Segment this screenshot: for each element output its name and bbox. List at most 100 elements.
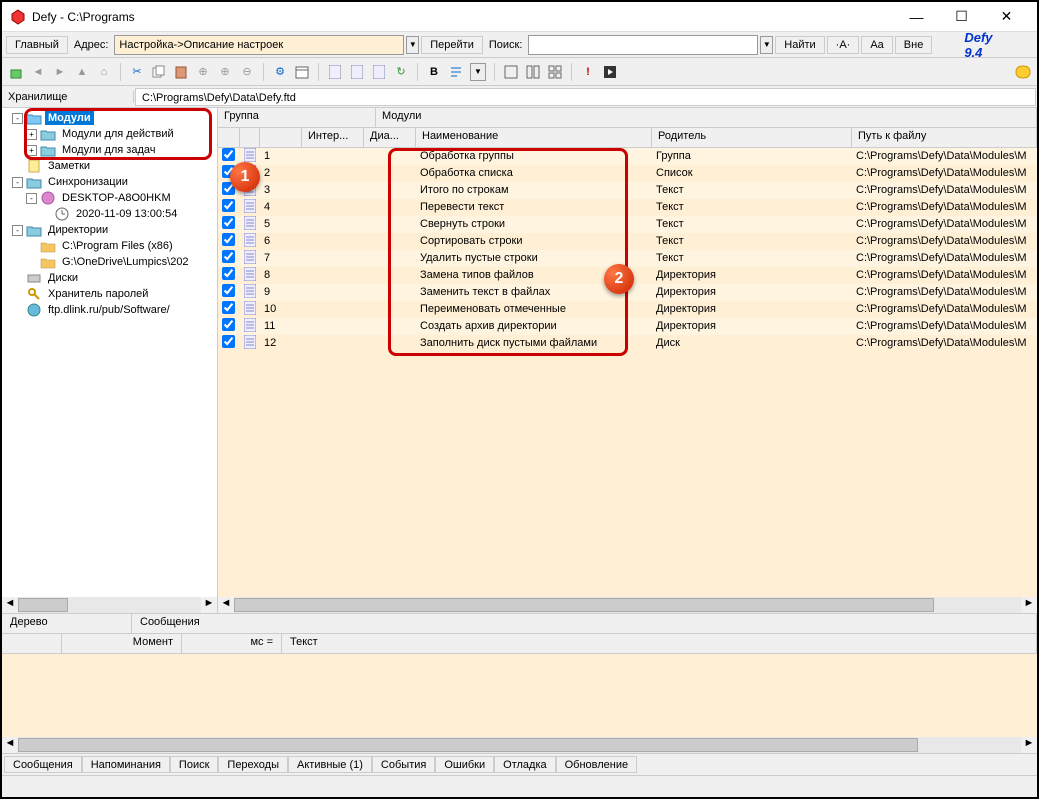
table-row[interactable]: 12Заполнить диск пустыми файламиДискC:\P… xyxy=(218,335,1037,352)
table-row[interactable]: 1Обработка группыГруппаC:\Programs\Defy\… xyxy=(218,148,1037,165)
tree-toggle-icon[interactable]: - xyxy=(26,193,37,204)
status-tab[interactable]: События xyxy=(372,756,435,773)
col-dia[interactable]: Диа... xyxy=(364,128,416,147)
cut-icon[interactable]: ✂ xyxy=(129,64,145,80)
align-icon[interactable] xyxy=(448,64,464,80)
tree-item[interactable]: -DESKTOP-A8O0HKM xyxy=(4,190,215,206)
tree-toggle-icon[interactable]: - xyxy=(12,225,23,236)
row-checkbox[interactable] xyxy=(222,267,235,280)
table-row[interactable]: 5Свернуть строкиТекстC:\Programs\Defy\Da… xyxy=(218,216,1037,233)
log-col-ms[interactable]: мс = xyxy=(182,634,282,653)
home-icon[interactable]: ⌂ xyxy=(96,64,112,80)
col-name[interactable]: Наименование xyxy=(416,128,652,147)
address-dropdown-icon[interactable]: ▼ xyxy=(406,36,419,54)
table-row[interactable]: 2Обработка спискаСписокC:\Programs\Defy\… xyxy=(218,165,1037,182)
grid-scrollbar[interactable]: ◄ ► xyxy=(218,597,1037,613)
table-row[interactable]: 10Переименовать отмеченныеДиректорияC:\P… xyxy=(218,301,1037,318)
search-dropdown-icon[interactable]: ▼ xyxy=(760,36,773,54)
doc1-icon[interactable] xyxy=(327,64,343,80)
maximize-button[interactable]: ☐ xyxy=(939,3,984,31)
col-parent[interactable]: Родитель xyxy=(652,128,852,147)
layout1-icon[interactable] xyxy=(503,64,519,80)
col-inter[interactable]: Интер... xyxy=(302,128,364,147)
layout3-icon[interactable] xyxy=(547,64,563,80)
remove-icon[interactable]: ⊖ xyxy=(239,64,255,80)
font-size-small[interactable]: ·A· xyxy=(827,36,860,54)
tree-toggle-icon[interactable]: + xyxy=(26,129,37,140)
table-row[interactable]: 6Сортировать строкиТекстC:\Programs\Defy… xyxy=(218,233,1037,250)
tree-toggle-icon[interactable]: - xyxy=(12,177,23,188)
tree-panel[interactable]: -Модули+Модули для действий+Модули для з… xyxy=(2,108,218,613)
tree-item[interactable]: C:\Program Files (x86) xyxy=(4,238,215,254)
log-body[interactable] xyxy=(2,654,1037,737)
status-tab[interactable]: Отладка xyxy=(494,756,555,773)
tree-item[interactable]: -Директории xyxy=(4,222,215,238)
tree-item[interactable]: +Модули для действий xyxy=(4,126,215,142)
row-checkbox[interactable] xyxy=(222,301,235,314)
log-scrollbar[interactable]: ◄ ► xyxy=(2,737,1037,753)
tree-item[interactable]: -Синхронизации xyxy=(4,174,215,190)
tree-scrollbar[interactable]: ◄ ► xyxy=(2,597,217,613)
gear-icon[interactable]: ⚙ xyxy=(272,64,288,80)
copy-icon[interactable] xyxy=(151,64,167,80)
status-tab[interactable]: Сообщения xyxy=(4,756,82,773)
main-button[interactable]: Главный xyxy=(6,36,68,54)
bold-icon[interactable]: B xyxy=(426,64,442,80)
search-input[interactable] xyxy=(528,35,758,55)
row-checkbox[interactable] xyxy=(222,233,235,246)
layout2-icon[interactable] xyxy=(525,64,541,80)
tree-item[interactable]: -Модули xyxy=(4,110,215,126)
storage-path[interactable]: C:\Programs\Defy\Data\Defy.ftd xyxy=(135,88,1036,106)
table-row[interactable]: 3Итого по строкамТекстC:\Programs\Defy\D… xyxy=(218,182,1037,199)
table-row[interactable]: 4Перевести текстТекстC:\Programs\Defy\Da… xyxy=(218,199,1037,216)
tree-item[interactable]: Хранитель паролей xyxy=(4,286,215,302)
play-icon[interactable] xyxy=(602,64,618,80)
status-tab[interactable]: Напоминания xyxy=(82,756,170,773)
status-tab[interactable]: Обновление xyxy=(556,756,638,773)
tree-item[interactable]: +Модули для задач xyxy=(4,142,215,158)
tree-item[interactable]: Заметки xyxy=(4,158,215,174)
doc3-icon[interactable] xyxy=(371,64,387,80)
row-checkbox[interactable] xyxy=(222,284,235,297)
add2-icon[interactable]: ⊕ xyxy=(217,64,233,80)
row-checkbox[interactable] xyxy=(222,199,235,212)
row-checkbox[interactable] xyxy=(222,250,235,263)
col-path[interactable]: Путь к файлу xyxy=(852,128,1037,147)
row-checkbox[interactable] xyxy=(222,318,235,331)
tree-item[interactable]: ftp.dlink.ru/pub/Software/ xyxy=(4,302,215,318)
status-tab[interactable]: Активные (1) xyxy=(288,756,372,773)
log-tab-tree[interactable]: Дерево xyxy=(2,614,132,633)
calendar-icon[interactable] xyxy=(294,64,310,80)
table-row[interactable]: 11Создать архив директорииДиректорияC:\P… xyxy=(218,318,1037,335)
forward-icon[interactable]: ► xyxy=(52,64,68,80)
status-tab[interactable]: Поиск xyxy=(170,756,218,773)
tree-item[interactable]: 2020-11-09 13:00:54 xyxy=(4,206,215,222)
tree-toggle-icon[interactable]: - xyxy=(12,113,23,124)
align-dropdown-icon[interactable]: ▼ xyxy=(470,63,486,81)
alert-icon[interactable]: ! xyxy=(580,64,596,80)
grid-column-headers[interactable]: Интер... Диа... Наименование Родитель Пу… xyxy=(218,128,1037,148)
tree-item[interactable]: G:\OneDrive\Lumpics\202 xyxy=(4,254,215,270)
status-tab[interactable]: Ошибки xyxy=(435,756,494,773)
paste-icon[interactable] xyxy=(173,64,189,80)
refresh-icon[interactable]: ↻ xyxy=(393,64,409,80)
add-icon[interactable]: ⊕ xyxy=(195,64,211,80)
font-size-ext[interactable]: Вне xyxy=(895,36,933,54)
address-input[interactable] xyxy=(114,35,404,55)
minimize-button[interactable]: — xyxy=(894,3,939,31)
log-col-text[interactable]: Текст xyxy=(282,634,1037,653)
log-tab-messages[interactable]: Сообщения xyxy=(132,614,1037,633)
go-button[interactable]: Перейти xyxy=(421,36,483,54)
table-row[interactable]: 7Удалить пустые строкиТекстC:\Programs\D… xyxy=(218,250,1037,267)
grid-body[interactable]: 1Обработка группыГруппаC:\Programs\Defy\… xyxy=(218,148,1037,597)
doc2-icon[interactable] xyxy=(349,64,365,80)
log-col-moment[interactable]: Момент xyxy=(62,634,182,653)
row-checkbox[interactable] xyxy=(222,148,235,161)
find-button[interactable]: Найти xyxy=(775,36,824,54)
tree-toggle-icon[interactable]: + xyxy=(26,145,37,156)
help-icon[interactable] xyxy=(1015,64,1031,80)
up-icon[interactable]: ▲ xyxy=(74,64,90,80)
status-tab[interactable]: Переходы xyxy=(218,756,288,773)
row-checkbox[interactable] xyxy=(222,216,235,229)
row-checkbox[interactable] xyxy=(222,335,235,348)
